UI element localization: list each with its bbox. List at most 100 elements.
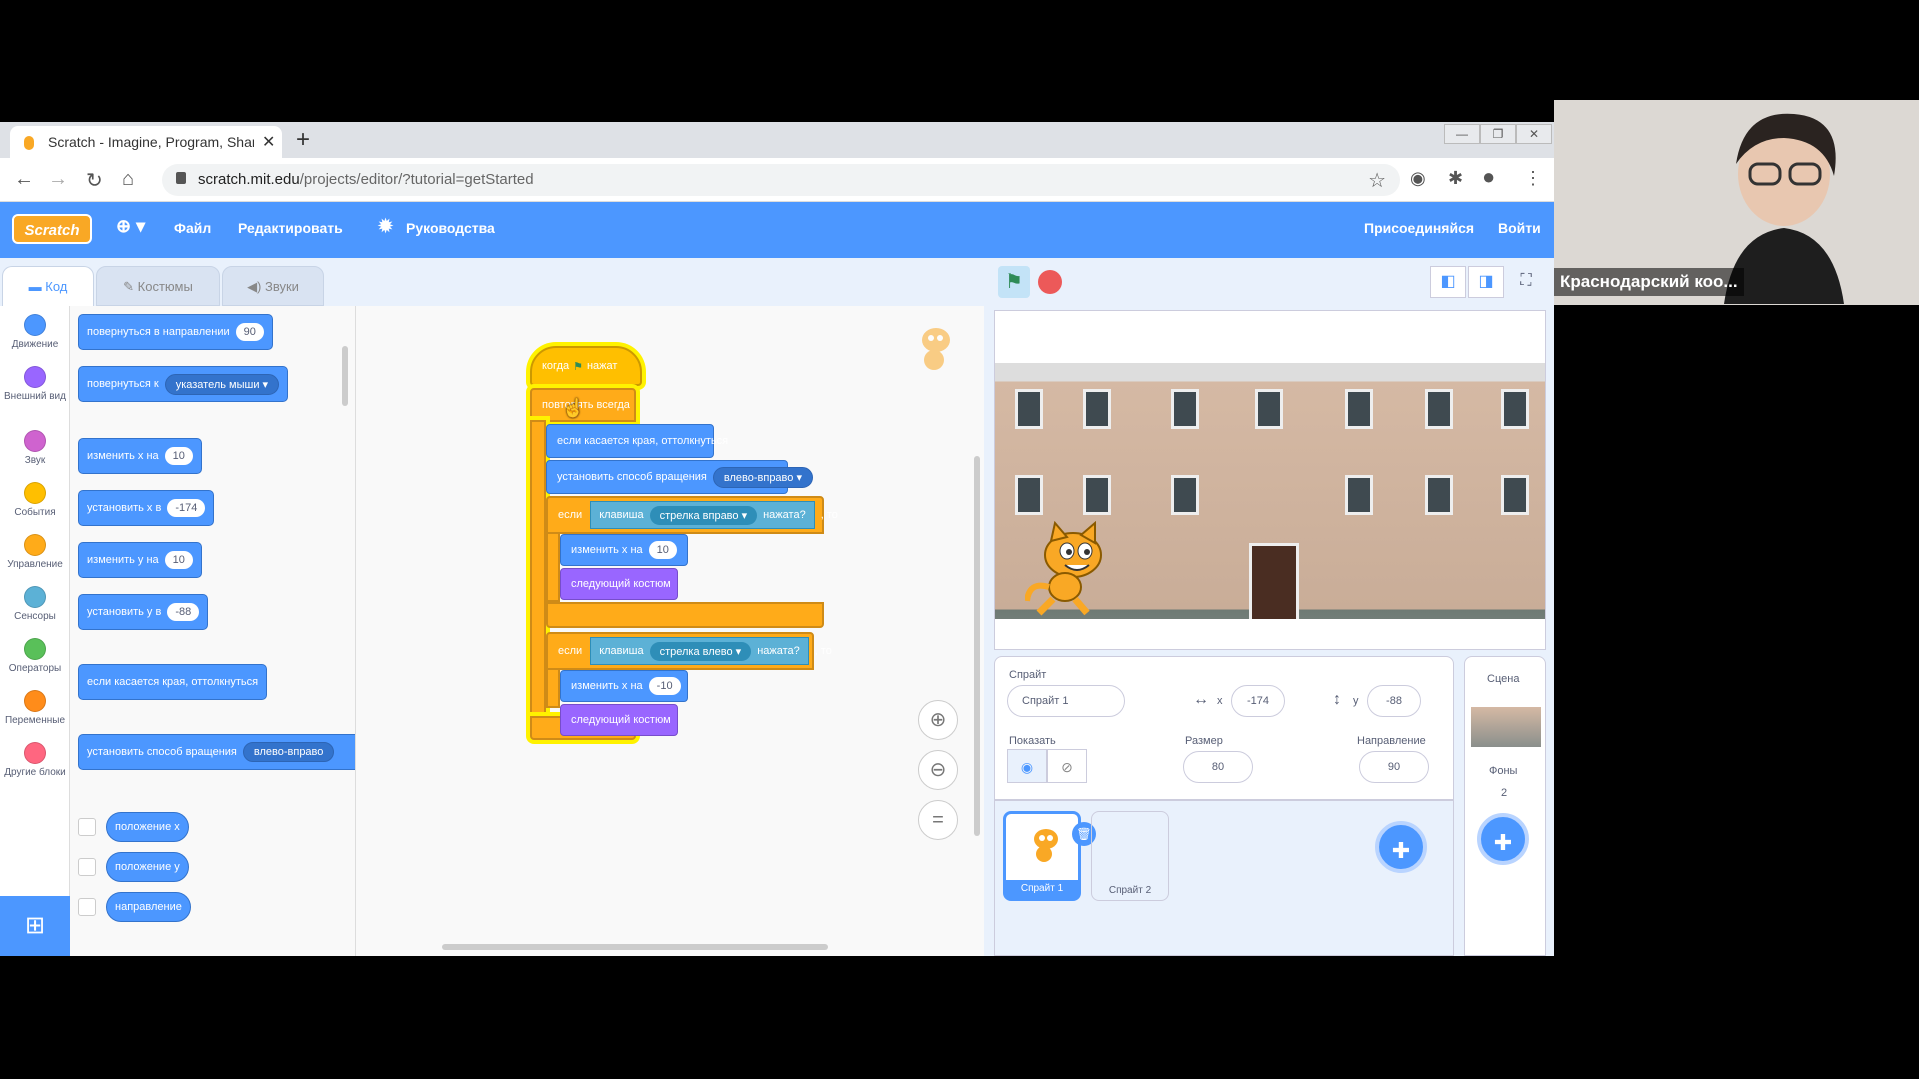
- palette-block-point-towards[interactable]: повернуться к указатель мыши ▾: [78, 366, 289, 402]
- script-change-x-left[interactable]: изменить х на -10: [560, 670, 688, 702]
- palette-reporter-direction[interactable]: направление: [106, 892, 191, 922]
- sprite-name-field[interactable]: Спрайт 1: [1007, 685, 1125, 717]
- category-operators[interactable]: Операторы: [0, 638, 70, 674]
- normal-stage-button[interactable]: ◨: [1468, 266, 1504, 298]
- palette-block-point-direction[interactable]: повернуться в направлении 90: [78, 314, 273, 350]
- block-number-input[interactable]: -174: [167, 499, 206, 517]
- tab-sounds[interactable]: ◀) Звуки: [222, 266, 324, 306]
- category-motion[interactable]: Движение: [0, 314, 70, 350]
- code-workspace[interactable]: когда ⚑ нажат повторять всегда ⤴ если ка…: [356, 306, 984, 956]
- y-field[interactable]: -88: [1367, 685, 1421, 717]
- category-looks[interactable]: Внешний вид: [0, 366, 70, 402]
- y-position-checkbox[interactable]: [78, 858, 96, 876]
- category-sound[interactable]: Звук: [0, 430, 70, 466]
- x-field[interactable]: -174: [1231, 685, 1285, 717]
- script-if-right[interactable]: если клавиша стрелка вправо ▾ нажата? , то: [546, 496, 838, 534]
- stop-button[interactable]: [1038, 270, 1062, 294]
- palette-block-rotation-style[interactable]: установить способ вращения влево-вправо: [78, 734, 355, 770]
- key-pressed-condition[interactable]: клавиша стрелка вправо ▾ нажата?: [590, 501, 815, 529]
- maximize-icon[interactable]: ❐: [1480, 124, 1516, 144]
- green-flag-button[interactable]: ⚑: [998, 266, 1030, 298]
- back-icon[interactable]: ←: [14, 168, 34, 191]
- script-when-flag-clicked[interactable]: когда ⚑ нажат: [530, 346, 642, 386]
- category-my-blocks[interactable]: Другие блоки: [0, 742, 70, 778]
- hide-button[interactable]: ⊘: [1047, 749, 1087, 783]
- block-number-input[interactable]: 90: [235, 323, 264, 341]
- backdrop-thumbnail[interactable]: [1471, 707, 1541, 747]
- category-control[interactable]: Управление: [0, 534, 70, 570]
- menu-edit[interactable]: Редактировать: [238, 220, 343, 236]
- add-extension-button[interactable]: ⊞: [0, 896, 70, 956]
- size-field[interactable]: 80: [1183, 751, 1253, 783]
- palette-block-change-y[interactable]: изменить у на 10: [78, 542, 202, 578]
- script-next-costume-1[interactable]: следующий костюм: [560, 568, 678, 600]
- language-globe-icon[interactable]: ⊕ ▾: [116, 216, 145, 237]
- category-variables[interactable]: Переменные: [0, 690, 70, 726]
- workspace-vertical-scrollbar[interactable]: [974, 456, 980, 836]
- sign-in-link[interactable]: Войти: [1498, 220, 1541, 236]
- new-tab-icon[interactable]: +: [296, 126, 310, 154]
- show-visible-button[interactable]: ◉: [1007, 749, 1047, 783]
- cat-sprite[interactable]: [1025, 521, 1111, 617]
- reload-icon[interactable]: ↻: [86, 168, 103, 193]
- block-dropdown[interactable]: указатель мыши ▾: [164, 373, 280, 395]
- browser-tab[interactable]: Scratch - Imagine, Program, Shar ✕: [10, 126, 282, 158]
- close-window-icon[interactable]: ✕: [1516, 124, 1552, 144]
- add-backdrop-button[interactable]: ✚: [1477, 813, 1529, 865]
- direction-field[interactable]: 90: [1359, 751, 1429, 783]
- block-dropdown[interactable]: стрелка влево ▾: [649, 641, 752, 661]
- palette-block-bounce[interactable]: если касается края, оттолкнуться: [78, 664, 268, 700]
- tab-code[interactable]: ▬ Код: [2, 266, 94, 306]
- scratch-logo[interactable]: Scratch: [12, 214, 92, 244]
- palette-block-set-y[interactable]: установить у в -88: [78, 594, 209, 630]
- block-dropdown[interactable]: влево-вправо: [242, 742, 335, 762]
- extension-circle-icon[interactable]: ◉: [1410, 168, 1426, 189]
- add-sprite-button[interactable]: ✚: [1375, 821, 1427, 873]
- block-number-input[interactable]: 10: [164, 447, 193, 465]
- category-sensing[interactable]: Сенсоры: [0, 586, 70, 622]
- bookmark-star-icon[interactable]: ☆: [1368, 168, 1386, 193]
- menu-tutorials[interactable]: Руководства: [406, 220, 495, 236]
- menu-file[interactable]: Файл: [174, 220, 211, 236]
- tab-costumes[interactable]: ✎ Костюмы: [96, 266, 220, 306]
- sprite-thumb-1[interactable]: Спрайт 1 🗑: [1003, 811, 1096, 901]
- palette-block-change-x[interactable]: изменить х на 10: [78, 438, 202, 474]
- palette-reporter-x-position[interactable]: положение х: [106, 812, 189, 842]
- extensions-puzzle-icon[interactable]: ✱: [1448, 168, 1463, 189]
- script-rotation-style[interactable]: установить способ вращения влево-вправо ▾: [546, 460, 813, 494]
- block-dropdown[interactable]: влево-вправо ▾: [712, 466, 813, 488]
- key-pressed-condition[interactable]: клавиша стрелка влево ▾ нажата?: [590, 637, 809, 665]
- zoom-in-button[interactable]: ⊕: [918, 700, 958, 740]
- fullscreen-button[interactable]: ⛶: [1508, 266, 1544, 298]
- close-tab-icon[interactable]: ✕: [262, 132, 275, 152]
- x-position-checkbox[interactable]: [78, 818, 96, 836]
- zoom-out-button[interactable]: ⊖: [918, 750, 958, 790]
- sprite-thumb-2[interactable]: Спрайт 2: [1091, 811, 1169, 901]
- palette-block-set-x[interactable]: установить х в -174: [78, 490, 215, 526]
- block-dropdown[interactable]: стрелка вправо ▾: [649, 505, 758, 525]
- block-number-input[interactable]: 10: [164, 551, 193, 569]
- block-number-input[interactable]: -10: [648, 677, 681, 695]
- script-bounce[interactable]: если касается края, оттолкнуться: [546, 424, 728, 458]
- stage-canvas[interactable]: [994, 310, 1546, 650]
- workspace-horizontal-scrollbar[interactable]: [442, 944, 828, 950]
- home-icon[interactable]: ⌂: [122, 168, 134, 191]
- script-change-x-right[interactable]: изменить х на 10: [560, 534, 688, 566]
- block-number-input[interactable]: -88: [167, 603, 200, 621]
- forward-icon[interactable]: →: [48, 168, 68, 191]
- browser-menu-icon[interactable]: ⋮: [1524, 168, 1542, 189]
- palette-scrollbar[interactable]: [342, 346, 348, 406]
- block-number-input[interactable]: 10: [648, 541, 677, 559]
- zoom-reset-button[interactable]: =: [918, 800, 958, 840]
- script-next-costume-2[interactable]: следующий костюм: [560, 704, 678, 736]
- minimize-icon[interactable]: —: [1444, 124, 1480, 144]
- profile-avatar-icon[interactable]: ●: [1482, 164, 1495, 190]
- url-field[interactable]: scratch.mit.edu/projects/editor/?tutoria…: [162, 164, 1400, 196]
- block-text: повернуться в направлении: [87, 326, 230, 338]
- palette-reporter-y-position[interactable]: положение у: [106, 852, 189, 882]
- small-stage-button[interactable]: ◧: [1430, 266, 1466, 298]
- script-if-left[interactable]: если клавиша стрелка влево ▾ нажата? , то: [546, 632, 832, 670]
- category-events[interactable]: События: [0, 482, 70, 518]
- join-link[interactable]: Присоединяйся: [1364, 220, 1474, 236]
- direction-checkbox[interactable]: [78, 898, 96, 916]
